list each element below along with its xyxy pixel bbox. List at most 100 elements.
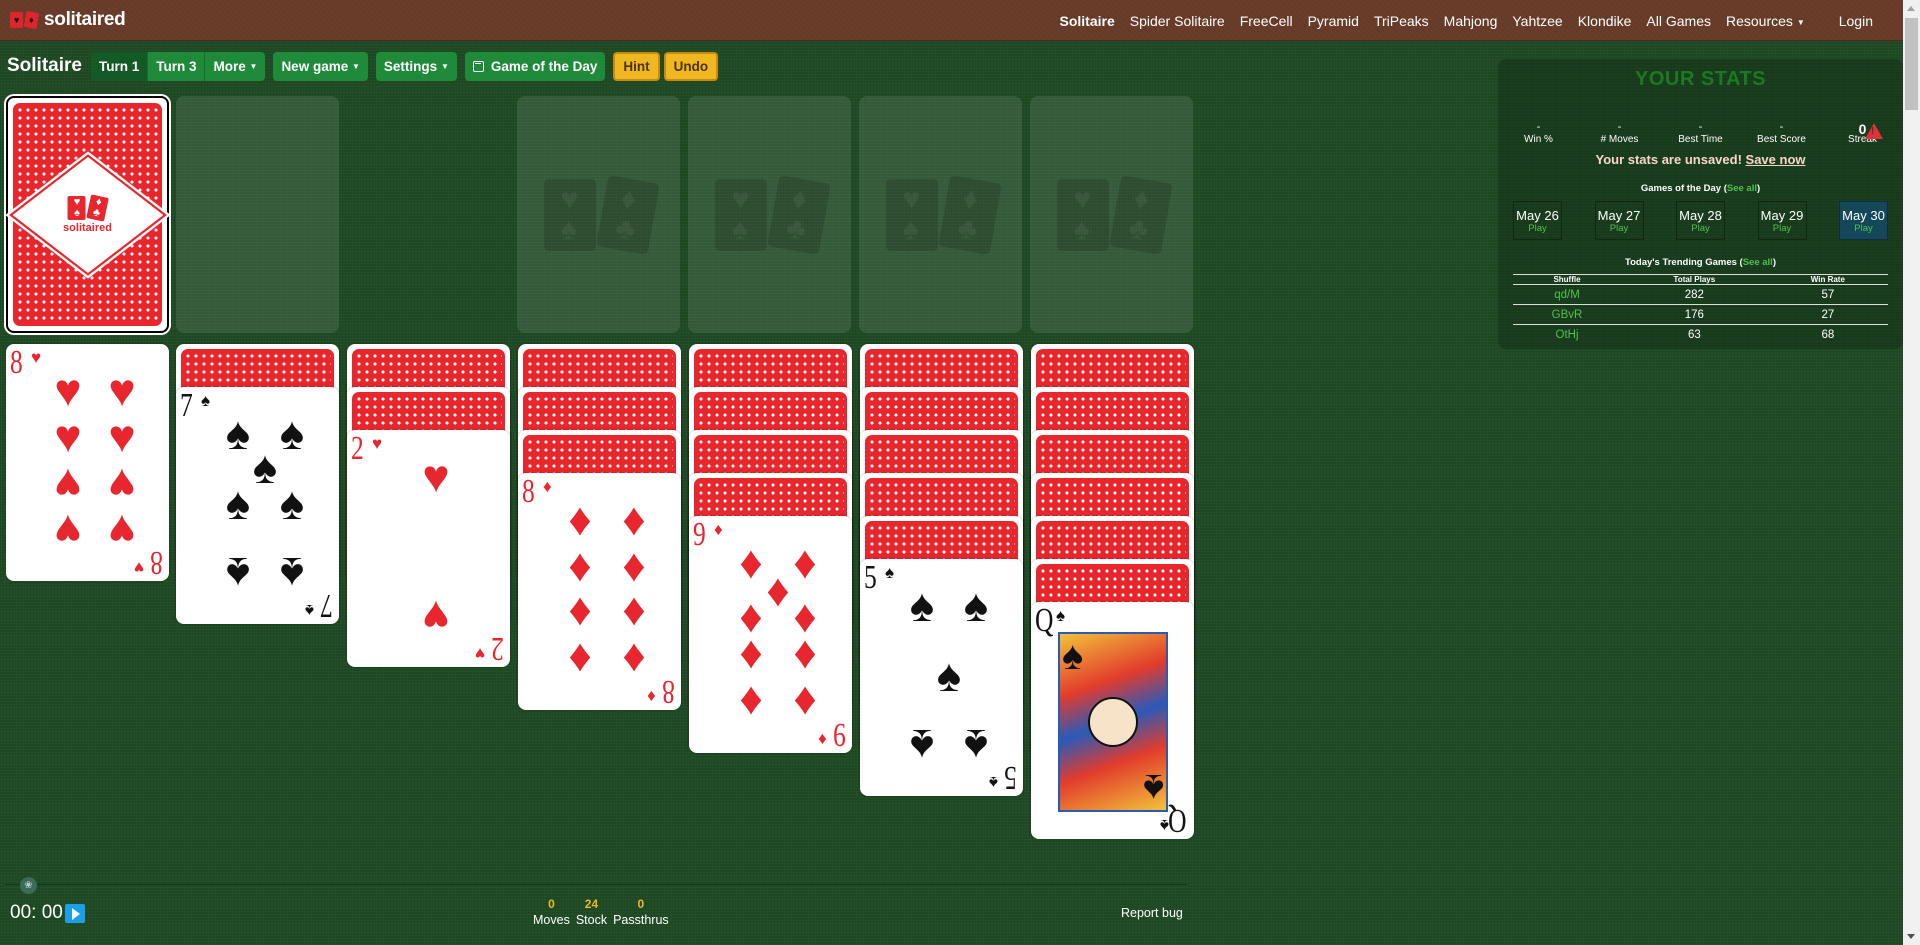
scroll-down-arrow-icon[interactable] xyxy=(1907,934,1915,939)
more-dropdown-button[interactable]: More ▼ xyxy=(205,51,266,81)
card-5-of-spades[interactable]: 5 ♠ 5 ♠ ♠ ♠ ♠ ♠ ♠ xyxy=(860,559,1023,796)
card-7-of-spades[interactable]: 7 ♠ 7 ♠ ♠ ♠ ♠ ♠ ♠ ♠ ♠ xyxy=(176,387,339,624)
stock-pile[interactable]: ♥ ♠ ♦ ♣ solitaired xyxy=(4,96,171,333)
stats-title: YOUR STATS xyxy=(1635,68,1766,90)
table-row: qd/M 282 57 xyxy=(1513,284,1888,305)
counter-stock: 24 Stock xyxy=(576,897,607,927)
gotd-item-active[interactable]: May 30 Play xyxy=(1839,201,1888,240)
diamond-pip-icon: ♦ xyxy=(739,631,763,683)
spade-icon: ♠ xyxy=(1142,766,1164,810)
nav-yahtzee[interactable]: Yahtzee xyxy=(1512,13,1562,29)
gotd-item[interactable]: May 26 Play xyxy=(1513,201,1562,240)
counter-value: 0 xyxy=(548,897,555,911)
trending-table: Shuffle Total Plays Win Rate qd/M 282 57 G… xyxy=(1513,274,1888,345)
nav-solitaire[interactable]: Solitaire xyxy=(1060,13,1115,29)
card-8-of-hearts[interactable]: 8 ♥ 8 ♥ ♥ ♥ ♥ ♥ ♥ ♥ ♥ ♥ xyxy=(6,344,169,581)
game-of-the-day-button[interactable]: Game of the Day xyxy=(464,51,606,81)
gotd-item[interactable]: May 27 Play xyxy=(1594,201,1644,240)
foundation-1[interactable]: ♥ ♠ ♦ ♣ xyxy=(517,96,680,333)
card-back-logo-text: solitaired xyxy=(63,221,112,234)
counter-label: Stock xyxy=(575,913,608,927)
trending-heading: Today's Trending Games (See all) xyxy=(1625,257,1776,268)
footer-divider xyxy=(5,884,1187,885)
spade-icon: ♠ xyxy=(1159,816,1169,835)
stat-value: 0 xyxy=(1858,121,1867,137)
card-rank: 8 xyxy=(10,344,23,381)
gotd-item[interactable]: May 29 Play xyxy=(1757,201,1807,240)
foundation-4[interactable]: ♥ ♠ ♦ ♣ xyxy=(1030,96,1193,333)
card-rank: 9 xyxy=(833,716,846,753)
logo-cards-icon: ♥ ♦ xyxy=(10,10,40,30)
nav-klondike[interactable]: Klondike xyxy=(1578,13,1632,29)
card-rank: 8 xyxy=(150,544,163,581)
warning-icon[interactable] xyxy=(1865,123,1883,139)
nav-pyramid[interactable]: Pyramid xyxy=(1308,13,1359,29)
scroll-up-arrow-icon[interactable] xyxy=(1907,6,1915,11)
heart-pip-icon: ♥ xyxy=(54,505,82,557)
games-of-the-day-list: May 26 Play May 27 Play May 28 Play May 29 P… xyxy=(1513,201,1888,240)
hint-button[interactable]: Hint xyxy=(613,51,660,81)
new-game-dropdown-button[interactable]: New game ▼ xyxy=(273,51,368,81)
waste-pile[interactable] xyxy=(176,96,339,333)
save-now-link[interactable]: Save now xyxy=(1746,152,1806,167)
gotd-date: May 27 xyxy=(1597,208,1641,223)
shuffle-link[interactable]: GBvR xyxy=(1513,304,1621,325)
heart-pip-icon: ♥ xyxy=(54,364,82,416)
card-rank: 7 xyxy=(180,387,193,424)
nav-all-games[interactable]: All Games xyxy=(1646,13,1711,29)
diamond-pip-icon: ♦ xyxy=(622,634,646,686)
heart-pip-icon: ♥ xyxy=(108,459,136,511)
turn-1-button[interactable]: Turn 1 xyxy=(90,51,149,81)
login-link[interactable]: Login xyxy=(1839,13,1873,29)
nav-resources-dropdown[interactable]: Resources ▼ xyxy=(1726,13,1805,29)
top-navbar: ♥ ♦ solitaired Solitaire Spider Solitaire… xyxy=(0,0,1903,41)
diamond-pip-icon: ♦ xyxy=(793,677,817,729)
diamond-pip-icon: ♦ xyxy=(622,539,646,591)
settings-dropdown-button[interactable]: Settings ▼ xyxy=(375,51,457,81)
trending-see-all-link[interactable]: See all xyxy=(1743,257,1773,268)
total-plays: 63 xyxy=(1687,328,1701,341)
seed-icon[interactable]: ❀ xyxy=(20,877,37,894)
win-rate: 27 xyxy=(1767,304,1888,325)
site-logo[interactable]: ♥ ♦ solitaired xyxy=(10,9,126,31)
spade-pip-icon: ♠ xyxy=(909,579,935,631)
diamond-pip-icon: ♦ xyxy=(568,539,592,591)
undo-button[interactable]: Undo xyxy=(663,51,719,81)
shuffle-link[interactable]: qd/M xyxy=(1513,284,1621,305)
foundation-2[interactable]: ♥ ♠ ♦ ♣ xyxy=(688,96,851,333)
card-8-of-diamonds[interactable]: 8 ♦ 8 ♦ ♦ ♦ ♦ ♦ ♦ ♦ ♦ ♦ xyxy=(518,473,681,710)
foundation-3[interactable]: ♥ ♠ ♦ ♣ xyxy=(859,96,1022,333)
spade-icon: ♠ xyxy=(1062,634,1084,678)
unsaved-notice: Your stats are unsaved! Save now xyxy=(1498,152,1903,167)
nav-mahjong[interactable]: Mahjong xyxy=(1444,13,1498,29)
page-scrollbar[interactable] xyxy=(1903,0,1920,945)
diamond-pip-icon: ♦ xyxy=(568,588,592,640)
stat-streak: 0 Streak xyxy=(1822,121,1903,145)
play-pause-button[interactable] xyxy=(65,904,85,923)
gotd-see-all-link[interactable]: See all xyxy=(1727,183,1757,194)
main-nav: Solitaire Spider Solitaire FreeCell Pyra… xyxy=(1045,13,1874,29)
caret-down-icon: ▼ xyxy=(351,61,360,71)
nav-tripeaks[interactable]: TriPeaks xyxy=(1374,13,1429,29)
card-9-of-diamonds[interactable]: 9 ♦ 9 ♦ ♦ ♦ ♦ ♦ ♦ ♦ ♦ ♦ ♦ xyxy=(689,516,852,753)
gotd-item[interactable]: May 28 Play xyxy=(1676,201,1725,240)
win-rate: 68 xyxy=(1821,328,1835,341)
new-game-label: New game xyxy=(281,58,349,74)
counter-value: 24 xyxy=(584,897,599,911)
card-q-of-spades[interactable]: Q ♠ Q ♠ ♠ ♠ xyxy=(1031,602,1194,839)
scroll-thumb[interactable] xyxy=(1905,18,1918,110)
total-plays: 176 xyxy=(1621,304,1768,325)
nav-spider-solitaire[interactable]: Spider Solitaire xyxy=(1130,13,1225,29)
heart-pip-icon: ♥ xyxy=(108,410,136,462)
stat-label: # Moves xyxy=(1600,134,1639,145)
report-bug-link[interactable]: Report bug xyxy=(1121,906,1183,920)
nav-freecell[interactable]: FreeCell xyxy=(1240,13,1293,29)
shuffle-link[interactable]: OtHj xyxy=(1513,325,1621,345)
settings-label: Settings xyxy=(383,58,438,74)
diamond-icon: ♦ xyxy=(714,520,723,539)
unsaved-text: Your stats are unsaved! xyxy=(1595,152,1742,167)
diamond-icon: ♦ xyxy=(543,477,552,496)
card-2-of-hearts[interactable]: 2 ♥ 2 ♥ ♥ ♥ xyxy=(347,430,510,667)
turn-3-button[interactable]: Turn 3 xyxy=(148,51,206,81)
foundation-placeholder-icon: ♥ ♠ ♦ ♣ xyxy=(543,174,660,255)
